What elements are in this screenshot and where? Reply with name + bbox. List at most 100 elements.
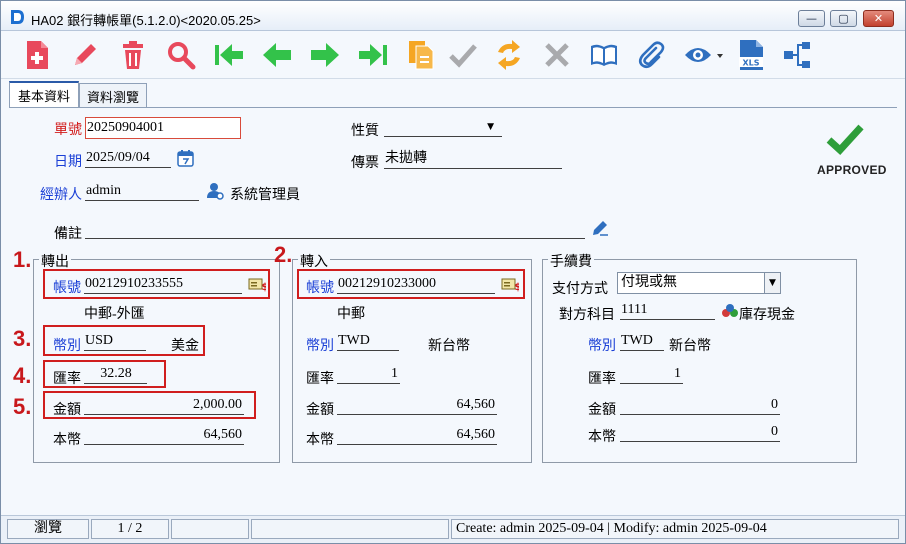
- previous-record-button[interactable]: [261, 39, 293, 71]
- fee-title: 手續費: [548, 251, 594, 271]
- in-rate-input[interactable]: 1: [337, 365, 400, 384]
- voucher-value: 未拋轉: [384, 150, 562, 169]
- close-icon: ✕: [873, 12, 884, 25]
- copy-button[interactable]: [405, 39, 437, 71]
- minimize-button[interactable]: —: [798, 10, 825, 27]
- account-lookup-icon[interactable]: [721, 303, 739, 319]
- cancel-x-icon: [545, 43, 569, 67]
- transfer-out-title: 轉出: [39, 251, 71, 271]
- annotation-number-2: 2.: [274, 242, 293, 267]
- highlight-box-amount: [43, 391, 256, 419]
- title-bar: HA02 銀行轉帳單(5.1.2.0)<2020.05.25> — ▢ ✕: [1, 1, 905, 31]
- previous-record-icon: [263, 43, 291, 67]
- export-xls-button[interactable]: XLS: [735, 39, 767, 71]
- chevron-down-icon: ▼: [487, 122, 494, 132]
- nature-label: 性質: [351, 124, 379, 139]
- last-record-button[interactable]: [357, 39, 389, 71]
- cancel-button[interactable]: [541, 39, 573, 71]
- status-mode: 瀏覽: [7, 519, 89, 539]
- export-xls-icon: XLS: [739, 40, 763, 70]
- tab-basic-info[interactable]: 基本資料: [9, 81, 79, 108]
- transfer-in-title: 轉入: [298, 251, 330, 271]
- in-currency-input[interactable]: TWD: [337, 332, 399, 351]
- nature-select[interactable]: ▼: [384, 118, 502, 137]
- out-local-label: 本幣: [53, 433, 81, 448]
- attachment-icon: [638, 41, 665, 69]
- calendar-icon[interactable]: [177, 150, 194, 167]
- minimize-icon: —: [806, 12, 817, 25]
- remark-label: 備註: [54, 227, 82, 242]
- fee-local-amount: 0: [620, 423, 780, 442]
- last-record-icon: [359, 44, 387, 66]
- fee-local-label: 本幣: [588, 430, 616, 445]
- user-lookup-icon[interactable]: [206, 182, 224, 200]
- fee-account-label: 對方科目: [559, 308, 615, 323]
- confirm-button[interactable]: [447, 39, 479, 71]
- tree-structure-icon: [784, 42, 810, 68]
- maximize-button[interactable]: ▢: [830, 10, 857, 27]
- fee-currency-name: 新台幣: [669, 339, 711, 354]
- close-button[interactable]: ✕: [863, 10, 894, 27]
- fee-rate-label: 匯率: [588, 372, 616, 387]
- search-button[interactable]: [165, 39, 197, 71]
- first-record-button[interactable]: [213, 39, 245, 71]
- in-amount-label: 金額: [306, 403, 334, 418]
- edit-remark-icon[interactable]: [591, 219, 609, 237]
- book-button[interactable]: [588, 39, 620, 71]
- tab-data-browse[interactable]: 資料瀏覽: [79, 83, 147, 108]
- in-amount-input[interactable]: 64,560: [337, 396, 497, 415]
- fee-currency-input[interactable]: TWD: [620, 332, 664, 351]
- edit-button[interactable]: [69, 39, 101, 71]
- in-local-label: 本幣: [306, 433, 334, 448]
- in-rate-label: 匯率: [306, 372, 334, 387]
- handler-input[interactable]: admin: [85, 182, 199, 201]
- tree-structure-button[interactable]: [781, 39, 813, 71]
- status-bar: 瀏覽 1 / 2 Create: admin 2025-09-04 | Modi…: [1, 515, 905, 543]
- out-bank-name: 中郵-外匯: [84, 307, 145, 322]
- toolbar: XLS: [1, 31, 905, 79]
- copy-icon: [409, 41, 434, 70]
- next-record-icon: [311, 43, 339, 67]
- voucher-label: 傳票: [351, 156, 379, 171]
- delete-button[interactable]: [117, 39, 149, 71]
- fee-payment-select[interactable]: 付現或無 ▼: [617, 272, 781, 294]
- view-menu-button[interactable]: [681, 39, 725, 71]
- application-window: HA02 銀行轉帳單(5.1.2.0)<2020.05.25> — ▢ ✕ XL…: [0, 0, 906, 544]
- fee-currency-label: 幣別: [588, 339, 616, 354]
- annotation-number-5: 5.: [13, 394, 32, 419]
- annotation-number-1: 1.: [13, 247, 32, 272]
- view-eye-icon: [685, 48, 723, 62]
- fee-account-name: 庫存現金: [739, 308, 795, 323]
- status-record-position: 1 / 2: [91, 519, 169, 539]
- in-currency-label: 幣別: [306, 339, 334, 354]
- maximize-icon: ▢: [838, 12, 849, 25]
- handler-name: 系統管理員: [230, 188, 300, 203]
- fee-rate-input[interactable]: 1: [620, 365, 683, 384]
- highlight-box-rate: [43, 360, 166, 388]
- approved-check-icon: [826, 124, 864, 155]
- edit-pencil-icon: [75, 44, 96, 65]
- fee-payment-value: 付現或無: [621, 275, 677, 290]
- status-cell-empty-2: [251, 519, 449, 539]
- fee-account-input[interactable]: 1111: [620, 301, 715, 320]
- delete-trash-icon: [123, 41, 143, 69]
- doc-no-input[interactable]: 20250904001: [85, 117, 241, 139]
- refresh-button[interactable]: [493, 39, 525, 71]
- chevron-down-icon: ▼: [764, 273, 780, 293]
- book-icon: [591, 44, 617, 66]
- date-input[interactable]: 2025/09/04: [85, 149, 171, 168]
- first-record-icon: [215, 44, 243, 66]
- doc-no-label: 單號: [54, 123, 82, 138]
- new-file-button[interactable]: [21, 39, 53, 71]
- new-file-icon: [27, 41, 48, 69]
- remark-input[interactable]: [85, 220, 585, 239]
- status-cell-empty-1: [171, 519, 249, 539]
- fee-amount-input[interactable]: 0: [620, 396, 780, 415]
- attachment-button[interactable]: [635, 39, 667, 71]
- status-audit-info: Create: admin 2025-09-04 | Modify: admin…: [451, 519, 899, 539]
- approved-status: APPROVED: [817, 163, 887, 177]
- next-record-button[interactable]: [309, 39, 341, 71]
- refresh-icon: [498, 40, 520, 70]
- highlight-box-out-account: [43, 269, 270, 299]
- window-title: HA02 銀行轉帳單(5.1.2.0)<2020.05.25>: [31, 13, 261, 28]
